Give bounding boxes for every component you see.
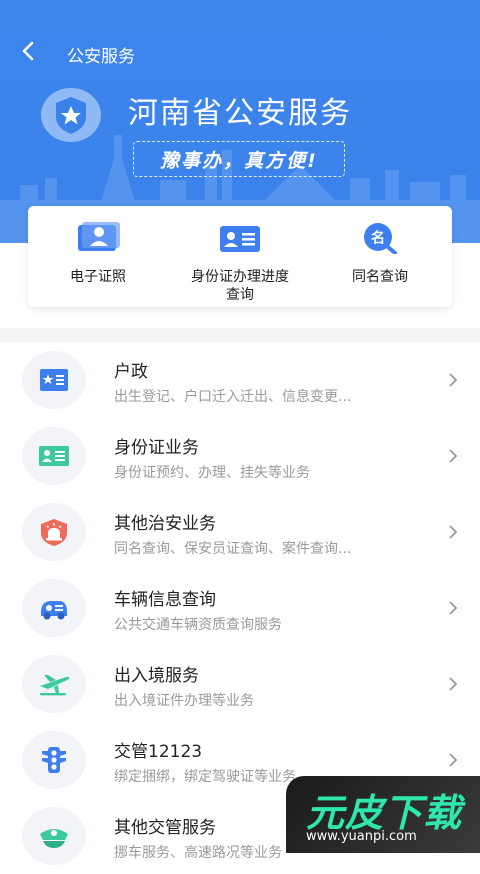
back-arrow-icon: [22, 41, 34, 61]
list-item-title: 身份证业务: [114, 438, 199, 458]
list-item-subtitle: 公共交通车辆资质查询服务: [114, 617, 282, 633]
list-item-subtitle: 挪车服务、高速路况等业务: [114, 845, 282, 861]
hero-title: 河南省公安服务: [128, 96, 352, 131]
list-item-public-security[interactable]: 其他治安业务 同名查询、保安员证查询、案件查询...: [0, 494, 480, 570]
list-item-subtitle: 绑定捆绑，绑定驾驶证等业务: [114, 769, 296, 785]
chevron-right-icon: [449, 753, 458, 767]
chevron-right-icon: [449, 449, 458, 463]
list-item-title: 交管12123: [114, 742, 203, 762]
quick-action-label: 身份证办理进度 查询: [191, 269, 289, 303]
list-item-vehicle-info[interactable]: 车辆信息查询 公共交通车辆资质查询服务: [0, 570, 480, 646]
id-card-icon: [39, 446, 69, 466]
list-item-title: 车辆信息查询: [114, 590, 216, 610]
svg-text:名: 名: [371, 230, 385, 247]
icon-circle: [22, 427, 86, 485]
slogan: 豫事办，真方便!: [133, 141, 345, 177]
list-item-household[interactable]: 户政 出生登记、户口迁入迁出、信息变更...: [0, 342, 480, 418]
name-search-icon: 名: [364, 223, 397, 254]
car-icon: [41, 601, 67, 620]
chevron-right-icon: [449, 677, 458, 691]
top-navigation-bar: 公安服务: [0, 30, 480, 74]
icon-circle: [22, 655, 86, 713]
chevron-right-icon: [449, 373, 458, 387]
list-item-subtitle: 出入境证件办理等业务: [114, 693, 254, 709]
police-cap-icon: [40, 829, 68, 848]
icon-circle: [22, 807, 86, 865]
list-item-title: 其他治安业务: [114, 514, 216, 534]
quick-action-e-license[interactable]: 电子证照: [46, 206, 150, 307]
icon-circle: [22, 503, 86, 561]
quick-action-label: 同名查询: [352, 269, 408, 285]
list-item-entry-exit[interactable]: 出入境服务 出入境证件办理等业务: [0, 646, 480, 722]
list-item-title: 其他交管服务: [114, 818, 216, 838]
police-badge-icon: [41, 88, 101, 142]
icon-circle: [22, 731, 86, 789]
police-light-shield-icon: [41, 519, 67, 546]
quick-action-card: 电子证照 身份证办理进度 查询 名 同名查询: [28, 206, 452, 307]
quick-action-label: 电子证照: [70, 269, 126, 285]
quick-action-id-progress[interactable]: 身份证办理进度 查询: [173, 206, 307, 307]
quick-action-name-search[interactable]: 名 同名查询: [328, 206, 432, 307]
list-item-subtitle: 身份证预约、办理、挂失等业务: [114, 465, 310, 481]
back-button[interactable]: [14, 36, 44, 66]
id-card-progress-icon: [220, 226, 260, 252]
list-item-subtitle: 同名查询、保安员证查询、案件查询...: [114, 541, 352, 557]
list-item-title: 户政: [114, 362, 148, 382]
watermark-url: www.yuanpi.com: [306, 829, 417, 844]
list-item-id-card[interactable]: 身份证业务 身份证预约、办理、挂失等业务: [0, 418, 480, 494]
airplane-icon: [40, 675, 70, 696]
nav-title: 公安服务: [67, 47, 135, 67]
list-item-title: 出入境服务: [114, 666, 199, 686]
id-card-photo-icon: [78, 222, 120, 251]
household-book-icon: [40, 369, 68, 391]
icon-circle: [22, 579, 86, 637]
site-watermark: 元皮下载 www.yuanpi.com: [286, 776, 480, 853]
traffic-light-icon: [42, 747, 66, 773]
list-item-subtitle: 出生登记、户口迁入迁出、信息变更...: [114, 389, 352, 405]
chevron-right-icon: [449, 601, 458, 615]
section-divider: [0, 328, 480, 342]
chevron-right-icon: [449, 525, 458, 539]
icon-circle: [22, 351, 86, 409]
